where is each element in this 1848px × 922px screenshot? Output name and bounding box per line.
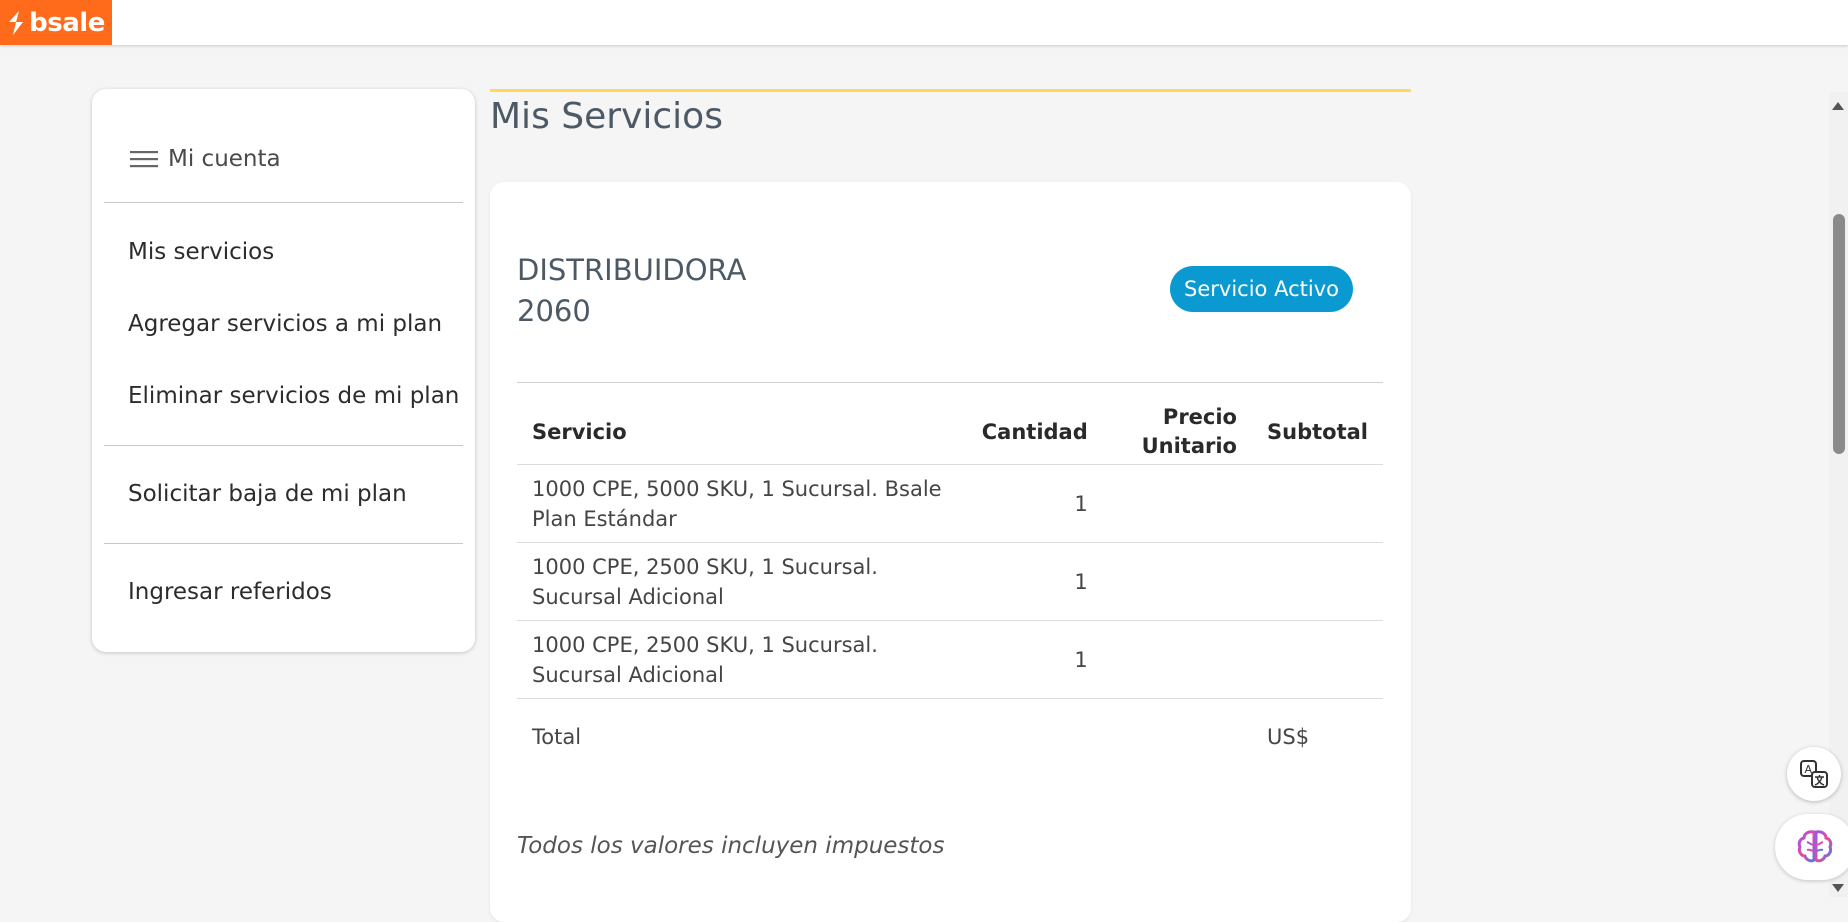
table-row: 1000 CPE, 2500 SKU, 1 Sucursal. Sucursal… xyxy=(517,542,1383,621)
account-sidebar: Mi cuenta Mis servicios Agregar servicio… xyxy=(92,89,475,652)
cell-service: 1000 CPE, 2500 SKU, 1 Sucursal. Sucursal… xyxy=(517,542,967,621)
status-badge: Servicio Activo xyxy=(1170,266,1353,312)
top-bar: bsale xyxy=(0,0,1848,45)
sidebar-item-mis-servicios[interactable]: Mis servicios xyxy=(128,239,274,265)
cell-unit-price xyxy=(1102,620,1252,699)
sidebar-item-ingresar-referidos[interactable]: Ingresar referidos xyxy=(128,579,332,605)
cell-quantity: 1 xyxy=(966,542,1103,621)
assistant-button[interactable] xyxy=(1775,814,1848,880)
company-name-line2: 2060 xyxy=(517,294,591,328)
cell-service: 1000 CPE, 2500 SKU, 1 Sucursal. Sucursal… xyxy=(517,620,967,699)
bsale-logo[interactable]: bsale xyxy=(0,0,112,45)
column-header-precio-unitario: Precio Unitario xyxy=(1103,400,1252,465)
scrollbar-thumb[interactable] xyxy=(1833,214,1845,454)
translate-button[interactable]: A xyxy=(1787,747,1841,801)
column-header-subtotal: Subtotal xyxy=(1267,419,1368,444)
column-header-cantidad: Cantidad xyxy=(981,419,1088,444)
table-total-row: Total US$ xyxy=(517,698,1383,775)
service-card: DISTRIBUIDORA 2060 Servicio Activo Servi… xyxy=(490,182,1411,922)
scroll-up-arrow-icon[interactable] xyxy=(1832,102,1844,110)
card-divider xyxy=(517,382,1383,383)
sidebar-header[interactable]: Mi cuenta xyxy=(130,146,281,172)
column-header-precio-line1: Precio xyxy=(1162,405,1237,429)
scroll-down-arrow-icon[interactable] xyxy=(1832,884,1844,892)
sidebar-item-solicitar-baja[interactable]: Solicitar baja de mi plan xyxy=(128,481,407,507)
hamburger-menu-icon xyxy=(130,151,158,168)
cell-subtotal xyxy=(1252,464,1383,543)
company-name-line1: DISTRIBUIDORA xyxy=(517,253,747,287)
table-row: 1000 CPE, 5000 SKU, 1 Sucursal. Bsale Pl… xyxy=(517,464,1383,543)
cell-subtotal xyxy=(1252,542,1383,621)
column-header-servicio: Servicio xyxy=(532,419,627,444)
sidebar-header-label: Mi cuenta xyxy=(168,146,281,172)
sidebar-divider xyxy=(104,543,463,544)
total-value: US$ xyxy=(1252,698,1383,775)
page-title: Mis Servicios xyxy=(490,96,723,137)
brain-icon xyxy=(1797,830,1833,863)
total-empty-cell xyxy=(1102,698,1252,775)
company-name: DISTRIBUIDORA 2060 xyxy=(517,250,797,332)
column-header-precio-line2: Unitario xyxy=(1141,434,1237,458)
services-table: Servicio Cantidad Precio Unitario Subtot… xyxy=(517,400,1383,775)
cell-service: 1000 CPE, 5000 SKU, 1 Sucursal. Bsale Pl… xyxy=(517,464,967,543)
title-accent-line xyxy=(490,89,1411,92)
table-row: 1000 CPE, 2500 SKU, 1 Sucursal. Sucursal… xyxy=(517,620,1383,699)
cell-unit-price xyxy=(1102,464,1252,543)
sidebar-divider xyxy=(104,202,463,203)
bsale-logo-icon xyxy=(9,10,24,35)
cell-quantity: 1 xyxy=(966,464,1103,543)
tax-footnote: Todos los valores incluyen impuestos xyxy=(517,833,945,859)
logo-text: bsale xyxy=(29,7,105,38)
sidebar-item-agregar-servicios[interactable]: Agregar servicios a mi plan xyxy=(128,311,442,337)
table-header-row: Servicio Cantidad Precio Unitario Subtot… xyxy=(517,400,1383,465)
cell-subtotal xyxy=(1252,620,1383,699)
cell-quantity: 1 xyxy=(966,620,1103,699)
sidebar-divider xyxy=(104,445,463,446)
sidebar-item-eliminar-servicios[interactable]: Eliminar servicios de mi plan xyxy=(128,383,459,409)
translate-icon: A xyxy=(1800,760,1828,788)
total-empty-cell xyxy=(966,698,1103,775)
cell-unit-price xyxy=(1102,542,1252,621)
total-label: Total xyxy=(517,698,967,775)
